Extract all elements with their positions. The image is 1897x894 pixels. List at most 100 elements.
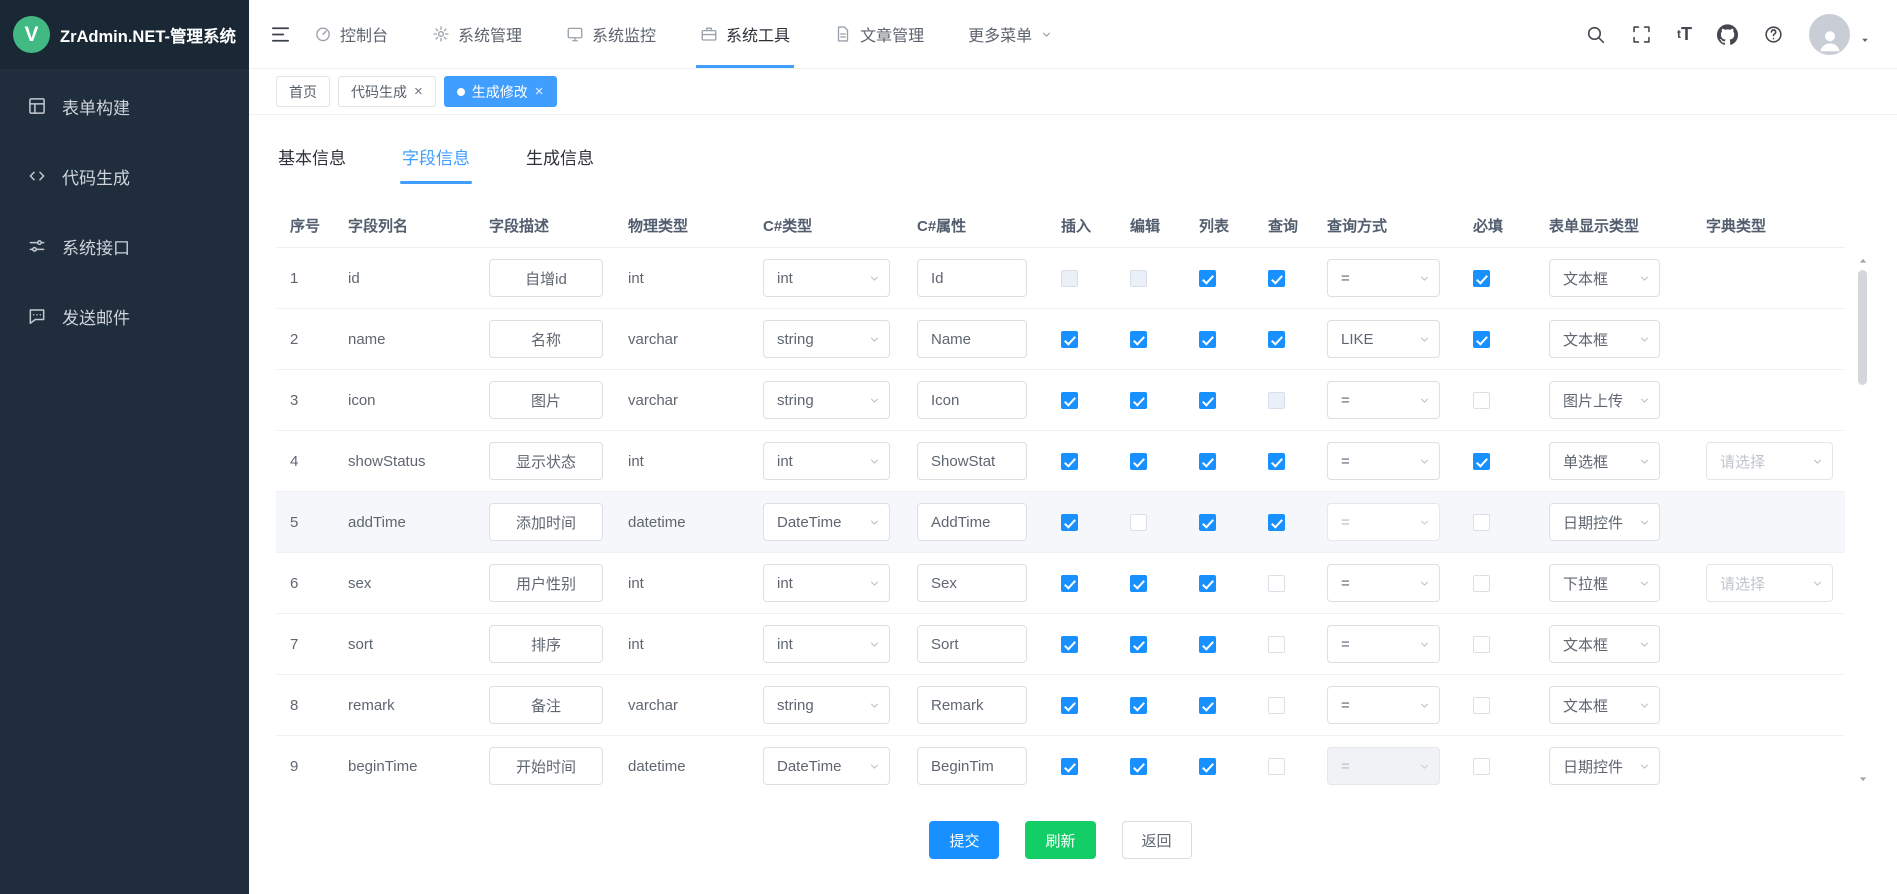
field-desc-input[interactable]: 图片 bbox=[489, 381, 603, 419]
query-mode-select[interactable]: = bbox=[1327, 259, 1440, 297]
list-checkbox[interactable] bbox=[1199, 575, 1216, 592]
field-desc-input[interactable]: 备注 bbox=[489, 686, 603, 724]
query-checkbox[interactable] bbox=[1268, 392, 1285, 409]
back-button[interactable]: 返回 bbox=[1122, 821, 1192, 859]
list-checkbox[interactable] bbox=[1199, 331, 1216, 348]
refresh-button[interactable]: 刷新 bbox=[1025, 821, 1095, 859]
display-type-select[interactable]: 单选框 bbox=[1549, 442, 1660, 480]
csharp-type-select[interactable]: string bbox=[763, 320, 890, 358]
tab-basic-info[interactable]: 基本信息 bbox=[276, 135, 348, 184]
insert-checkbox[interactable] bbox=[1061, 270, 1078, 287]
scrollbar-thumb[interactable] bbox=[1858, 270, 1867, 385]
table-scrollbar[interactable] bbox=[1856, 254, 1870, 786]
query-mode-select[interactable]: = bbox=[1327, 625, 1440, 663]
dict-type-select[interactable]: 请选择 bbox=[1706, 564, 1833, 602]
submit-button[interactable]: 提交 bbox=[929, 821, 999, 859]
field-desc-input[interactable]: 排序 bbox=[489, 625, 603, 663]
display-type-select[interactable]: 图片上传 bbox=[1549, 381, 1660, 419]
query-checkbox[interactable] bbox=[1268, 636, 1285, 653]
tab-generate-info[interactable]: 生成信息 bbox=[524, 135, 596, 184]
fullscreen-icon[interactable] bbox=[1631, 24, 1652, 45]
font-size-icon[interactable]: tT bbox=[1677, 24, 1692, 45]
csharp-prop-input[interactable]: Icon bbox=[917, 381, 1027, 419]
csharp-type-select[interactable]: int bbox=[763, 442, 890, 480]
csharp-prop-input[interactable]: Name bbox=[917, 320, 1027, 358]
required-checkbox[interactable] bbox=[1473, 758, 1490, 775]
scroll-up-icon[interactable] bbox=[1858, 256, 1868, 266]
sidebar-item-send-mail[interactable]: 发送邮件 bbox=[0, 281, 249, 351]
menu-collapse-icon[interactable] bbox=[269, 23, 292, 46]
csharp-prop-input[interactable]: BeginTim bbox=[917, 747, 1027, 785]
field-desc-input[interactable]: 名称 bbox=[489, 320, 603, 358]
query-checkbox[interactable] bbox=[1268, 758, 1285, 775]
edit-checkbox[interactable] bbox=[1130, 697, 1147, 714]
csharp-type-select[interactable]: int bbox=[763, 625, 890, 663]
csharp-prop-input[interactable]: Sort bbox=[917, 625, 1027, 663]
tag-generate-edit[interactable]: 生成修改× bbox=[444, 76, 557, 107]
topnav-item-dashboard[interactable]: 控制台 bbox=[314, 0, 388, 68]
tag-close-icon[interactable]: × bbox=[535, 84, 544, 99]
csharp-prop-input[interactable]: AddTime bbox=[917, 503, 1027, 541]
query-mode-select[interactable]: = bbox=[1327, 442, 1440, 480]
display-type-select[interactable]: 文本框 bbox=[1549, 320, 1660, 358]
edit-checkbox[interactable] bbox=[1130, 514, 1147, 531]
edit-checkbox[interactable] bbox=[1130, 453, 1147, 470]
field-desc-input[interactable]: 添加时间 bbox=[489, 503, 603, 541]
help-icon[interactable] bbox=[1763, 24, 1784, 45]
avatar-caret-icon[interactable] bbox=[1859, 34, 1871, 46]
display-type-select[interactable]: 日期控件 bbox=[1549, 747, 1660, 785]
query-mode-select[interactable]: = bbox=[1327, 747, 1440, 785]
scroll-down-icon[interactable] bbox=[1858, 774, 1868, 784]
list-checkbox[interactable] bbox=[1199, 514, 1216, 531]
insert-checkbox[interactable] bbox=[1061, 453, 1078, 470]
tag-close-icon[interactable]: × bbox=[414, 84, 423, 99]
display-type-select[interactable]: 文本框 bbox=[1549, 625, 1660, 663]
query-mode-select[interactable]: = bbox=[1327, 686, 1440, 724]
csharp-type-select[interactable]: DateTime bbox=[763, 503, 890, 541]
required-checkbox[interactable] bbox=[1473, 514, 1490, 531]
csharp-type-select[interactable]: int bbox=[763, 564, 890, 602]
field-desc-input[interactable]: 显示状态 bbox=[489, 442, 603, 480]
dict-type-select[interactable]: 请选择 bbox=[1706, 442, 1833, 480]
tag-code-generation[interactable]: 代码生成× bbox=[338, 76, 436, 107]
csharp-prop-input[interactable]: ShowStat bbox=[917, 442, 1027, 480]
required-checkbox[interactable] bbox=[1473, 392, 1490, 409]
field-desc-input[interactable]: 自增id bbox=[489, 259, 603, 297]
insert-checkbox[interactable] bbox=[1061, 392, 1078, 409]
query-mode-select[interactable]: LIKE bbox=[1327, 320, 1440, 358]
query-mode-select[interactable]: = bbox=[1327, 564, 1440, 602]
topnav-item-article-manage[interactable]: 文章管理 bbox=[834, 0, 924, 68]
list-checkbox[interactable] bbox=[1199, 697, 1216, 714]
avatar[interactable] bbox=[1809, 14, 1850, 55]
search-icon[interactable] bbox=[1585, 24, 1606, 45]
list-checkbox[interactable] bbox=[1199, 758, 1216, 775]
field-desc-input[interactable]: 用户性别 bbox=[489, 564, 603, 602]
insert-checkbox[interactable] bbox=[1061, 636, 1078, 653]
display-type-select[interactable]: 日期控件 bbox=[1549, 503, 1660, 541]
display-type-select[interactable]: 下拉框 bbox=[1549, 564, 1660, 602]
edit-checkbox[interactable] bbox=[1130, 331, 1147, 348]
sidebar-item-code-generation[interactable]: 代码生成 bbox=[0, 141, 249, 211]
csharp-prop-input[interactable]: Id bbox=[917, 259, 1027, 297]
required-checkbox[interactable] bbox=[1473, 270, 1490, 287]
csharp-prop-input[interactable]: Sex bbox=[917, 564, 1027, 602]
edit-checkbox[interactable] bbox=[1130, 636, 1147, 653]
csharp-type-select[interactable]: string bbox=[763, 381, 890, 419]
query-checkbox[interactable] bbox=[1268, 697, 1285, 714]
query-checkbox[interactable] bbox=[1268, 270, 1285, 287]
edit-checkbox[interactable] bbox=[1130, 575, 1147, 592]
insert-checkbox[interactable] bbox=[1061, 514, 1078, 531]
display-type-select[interactable]: 文本框 bbox=[1549, 259, 1660, 297]
required-checkbox[interactable] bbox=[1473, 331, 1490, 348]
field-desc-input[interactable]: 开始时间 bbox=[489, 747, 603, 785]
list-checkbox[interactable] bbox=[1199, 270, 1216, 287]
edit-checkbox[interactable] bbox=[1130, 392, 1147, 409]
required-checkbox[interactable] bbox=[1473, 453, 1490, 470]
csharp-type-select[interactable]: DateTime bbox=[763, 747, 890, 785]
list-checkbox[interactable] bbox=[1199, 392, 1216, 409]
tab-field-info[interactable]: 字段信息 bbox=[400, 135, 472, 184]
sidebar-item-form-build[interactable]: 表单构建 bbox=[0, 71, 249, 141]
query-checkbox[interactable] bbox=[1268, 331, 1285, 348]
csharp-type-select[interactable]: int bbox=[763, 259, 890, 297]
topnav-item-system-tools[interactable]: 系统工具 bbox=[700, 0, 790, 68]
